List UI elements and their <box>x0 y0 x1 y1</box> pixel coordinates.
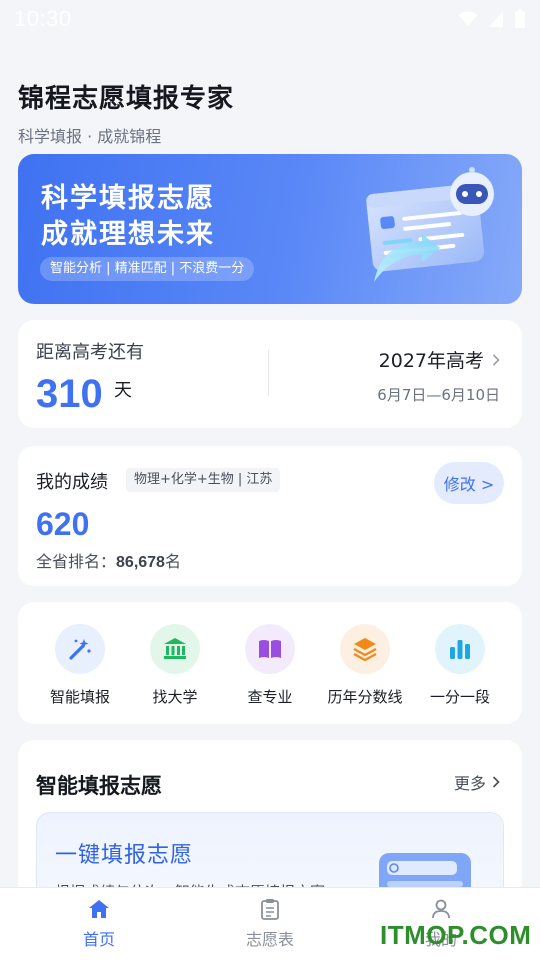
user-icon <box>432 899 450 919</box>
banner-headline-2: 成就理想未来 <box>41 219 215 250</box>
score-value: 620 <box>36 506 90 542</box>
chevron-right-icon <box>492 776 500 788</box>
tab-label: 首页 <box>82 930 115 949</box>
status-time: 10:30 <box>14 6 72 31</box>
promo-banner[interactable]: 科学填报志愿 成就理想未来 智能分析 | 精准匹配 | 不浪费一分 <box>18 154 522 304</box>
banner-tagline: 智能分析 | 精准匹配 | 不浪费一分 <box>40 257 255 281</box>
tab-label: 志愿表 <box>245 930 294 949</box>
smart-filling-section: 智能填报志愿 更多 一键填报志愿 根据成绩与位次，智能生成志愿填报方案 <box>18 740 522 900</box>
banner-headline-1: 科学填报志愿 <box>41 183 215 214</box>
quick-action-smart-fill[interactable]: 智能填报 <box>32 624 128 707</box>
quick-action-label: 找大学 <box>152 688 198 706</box>
status-icons <box>458 9 526 29</box>
rank-value: 86,678 <box>116 554 165 571</box>
university-icon <box>150 624 200 674</box>
quick-action-majors[interactable]: 查专业 <box>222 624 318 707</box>
province-rank: 全省排名：86,678名 <box>36 548 181 572</box>
rank-label: 全省排名： <box>36 552 117 571</box>
app-header: 锦程志愿填报专家 科学填报 · 成就锦程 <box>18 78 234 147</box>
exam-year-label: 2027年高考 <box>378 350 484 372</box>
edit-score-button[interactable]: 修改 > <box>434 462 504 504</box>
tab-application-list[interactable]: 志愿表 <box>180 888 360 960</box>
score-label: 我的成绩 <box>36 472 108 493</box>
quick-action-label: 一分一段 <box>429 688 490 706</box>
section-title: 智能填报志愿 <box>36 774 162 798</box>
quick-action-label: 智能填报 <box>49 688 110 706</box>
rank-suffix: 名 <box>164 552 181 571</box>
countdown-days: 310 <box>36 372 103 416</box>
tab-home[interactable]: 首页 <box>9 888 189 960</box>
quick-action-score-distribution[interactable]: 一分一段 <box>412 624 508 707</box>
countdown-label: 距离高考还有 <box>36 342 144 363</box>
layers-icon <box>340 624 390 674</box>
exam-dates: 6月7日—6月10日 <box>377 386 500 404</box>
quick-action-label: 查专业 <box>247 688 293 706</box>
book-icon <box>245 624 295 674</box>
signal-icon <box>489 11 503 27</box>
more-label: 更多 <box>453 774 486 793</box>
divider <box>268 350 269 396</box>
status-bar: 10:30 <box>0 0 540 38</box>
clipboard-icon <box>261 899 279 920</box>
app-subtitle: 科学填报 · 成就锦程 <box>18 127 162 146</box>
bar-chart-icon <box>435 624 485 674</box>
exam-year[interactable]: 2027年高考 <box>379 346 500 373</box>
quick-action-label: 历年分数线 <box>327 688 403 706</box>
robot-window-illustration <box>366 167 494 282</box>
quick-action-score-lines[interactable]: 历年分数线 <box>317 624 413 707</box>
app-title: 锦程志愿填报专家 <box>18 84 235 114</box>
wifi-icon <box>458 11 478 26</box>
more-link[interactable]: 更多 <box>454 770 500 794</box>
score-card: 我的成绩 物理+化学+生物 | 江苏 修改 > 620 全省排名：86,678名 <box>18 446 522 586</box>
battery-icon <box>515 9 525 28</box>
chevron-right-icon <box>492 353 500 366</box>
countdown-unit: 天 <box>114 380 132 401</box>
watermark: ITMOP.COM <box>380 920 532 950</box>
home-icon <box>89 900 109 918</box>
countdown-card[interactable]: 距离高考还有 310 天 2027年高考 6月7日—6月10日 <box>18 320 522 428</box>
subjects-badge: 物理+化学+生物 | 江苏 <box>126 468 281 492</box>
feature-title: 一键填报志愿 <box>55 843 194 868</box>
magic-wand-icon <box>55 624 105 674</box>
quick-actions-card: 智能填报 找大学 查专业 历年分数线 一分一段 <box>18 602 522 724</box>
quick-action-find-university[interactable]: 找大学 <box>127 624 223 707</box>
